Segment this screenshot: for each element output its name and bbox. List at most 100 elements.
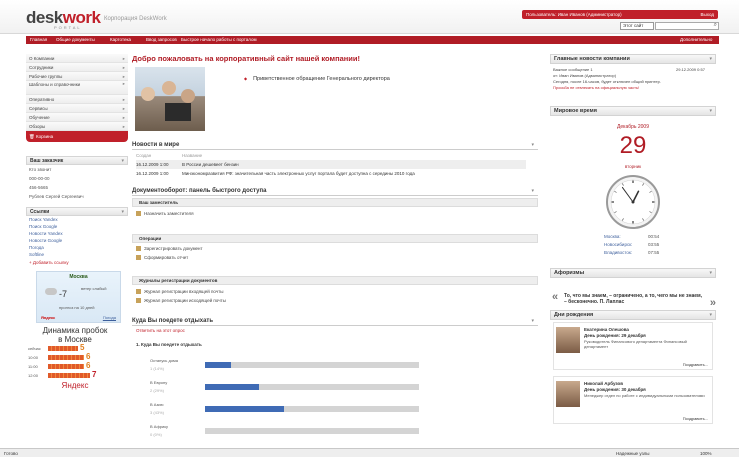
sidebar-item[interactable]: Рабочие группы ▸ xyxy=(26,72,128,81)
chevron-down-icon[interactable]: ▾ xyxy=(709,55,712,64)
search-input[interactable]: ⌕ xyxy=(655,22,719,30)
sidebar-item[interactable]: Оперативно ▸ xyxy=(26,95,128,104)
chevron-down-icon[interactable]: ▾ xyxy=(121,208,124,216)
chevron-down-icon[interactable]: ▾ xyxy=(709,107,712,116)
add-link-button[interactable]: + Добавить ссылку xyxy=(26,258,128,267)
chevron-down-icon[interactable]: ▾ xyxy=(531,140,534,150)
user-icon xyxy=(136,211,141,217)
director-greeting-link[interactable]: Приветственное обращение Генерального ди… xyxy=(244,76,390,82)
avatar[interactable] xyxy=(556,327,580,353)
traffic-widget[interactable]: Динамика пробок в Москве сейчас 5 10:00 6 11… xyxy=(28,326,122,398)
cloud-icon xyxy=(45,288,57,295)
traffic-time: сейчас xyxy=(28,346,41,351)
search-scope-select[interactable]: Этот сайт xyxy=(620,22,654,30)
sidebar-item[interactable]: Сервисы ▸ xyxy=(26,104,128,113)
traffic-row: 10:00 6 xyxy=(28,352,122,362)
news-title[interactable]: В России дешевеет бензин xyxy=(182,160,239,169)
sidebar-item[interactable]: Обучение ▸ xyxy=(26,113,128,122)
link-item[interactable]: Softline xyxy=(26,251,128,258)
company-news-title[interactable]: Важное сообщение 1 xyxy=(553,67,593,72)
logout-link[interactable]: Выход xyxy=(701,10,714,19)
sidebar-item-label: Обучение xyxy=(29,115,50,120)
company-news-date: 29.12.2009 0:57 xyxy=(676,67,705,72)
weather-wind: ветер слабый xyxy=(81,286,107,291)
traffic-row: 12:00 7 xyxy=(28,370,122,380)
weather-temp: -7 xyxy=(59,289,68,299)
weather-widget[interactable]: Москва -7 ветер слабый прогноз на 10 дне… xyxy=(36,271,121,323)
contacts-header[interactable]: Ваш заказчик ▾ xyxy=(26,156,128,165)
birthday-card: Екатерина Олешова День рождения: 29 дека… xyxy=(553,322,713,370)
aphorism-text: То, что мы знаем, – ограничено, а то, че… xyxy=(564,293,703,305)
links-header[interactable]: Ссылки ▾ xyxy=(26,207,128,216)
table-row[interactable]: 16.12.2009 1:00 В России дешевеет бензин xyxy=(136,160,526,169)
avatar[interactable] xyxy=(556,381,580,407)
company-name: Корпорация DeskWork xyxy=(104,16,167,22)
deskwork-logo[interactable]: deskwork PORTAL xyxy=(26,9,102,30)
link-item[interactable]: Поиск Google xyxy=(26,223,128,230)
calendar-day: 29 xyxy=(619,132,647,159)
link-item[interactable]: Новости Yandex xyxy=(26,230,128,237)
table-row[interactable]: 16.12.2009 1:00 Минэкономразвития РФ: зн… xyxy=(136,169,526,178)
logo-sub: PORTAL xyxy=(54,25,82,30)
chevron-down-icon[interactable]: ▾ xyxy=(531,186,534,196)
nav-item-catalog[interactable]: Картотека xyxy=(110,36,131,44)
birthday-name[interactable]: Екатерина Олешова xyxy=(584,327,629,332)
weather-more-link[interactable]: Погода xyxy=(103,315,116,320)
outgoing-journal-link[interactable]: Журнал регистрации исходящей почты xyxy=(136,298,226,304)
page-title: Добро пожаловать на корпоративный сайт н… xyxy=(132,54,361,63)
create-report-link[interactable]: Сформировать отчет xyxy=(136,255,188,261)
weather-forecast-link[interactable]: прогноз на 10 дней xyxy=(59,305,95,310)
user-name[interactable]: Пользователь: Иван Иванов (Администратор… xyxy=(526,12,622,17)
quote-close-icon[interactable]: » xyxy=(710,297,716,309)
birthday-name[interactable]: Николай Арбузов xyxy=(584,381,623,386)
col-date[interactable]: Создан xyxy=(136,151,151,160)
chevron-down-icon[interactable]: ▾ xyxy=(709,311,712,320)
news-header: Новости в мире ▾ xyxy=(132,140,538,150)
sidebar-item[interactable]: Сотрудники ▸ xyxy=(26,63,128,72)
link-item[interactable]: Поиск Yandex xyxy=(26,216,128,223)
nav-item-requests[interactable]: Ввод запросов xyxy=(146,36,177,44)
quote-open-icon[interactable]: « xyxy=(552,291,558,303)
traffic-title: Динамика пробок xyxy=(42,326,108,335)
sidebar-item[interactable]: Шаблоны и справочники ▸ xyxy=(26,81,128,95)
photo-person xyxy=(181,89,195,103)
poll-bar-track xyxy=(205,384,419,390)
poll-answer-link[interactable]: Ответить на этот опрос xyxy=(136,328,185,333)
nav-item-more[interactable]: Дополнительно xyxy=(680,36,712,44)
congratulate-link[interactable]: Поздравить... xyxy=(683,416,708,421)
nav-item-quickstart[interactable]: Быстрое начало работы с порталом xyxy=(181,36,257,44)
user-bar[interactable]: Пользователь: Иван Иванов (Администратор… xyxy=(522,10,718,19)
incoming-journal-link[interactable]: Журнал регистрации входящей почты xyxy=(136,289,223,295)
sidebar-item-trash[interactable]: 🗑 Корзина xyxy=(26,131,128,142)
nav-item-home[interactable]: Главная xyxy=(30,36,47,44)
chevron-down-icon[interactable]: ▾ xyxy=(531,316,534,326)
sidebar-item[interactable]: О Компании ▸ xyxy=(26,54,128,63)
poll-option-label: Останусь дома xyxy=(150,358,179,363)
sidebar-menu: О Компании ▸ Сотрудники ▸ Рабочие группы ▸ Шаб… xyxy=(26,54,128,131)
traffic-footer[interactable]: Яндекс xyxy=(28,381,122,390)
nav-item-documents[interactable]: Общие документы xyxy=(56,36,95,44)
company-news-body: Сегодня, после 16-часов, будет отключен … xyxy=(553,79,661,84)
register-document-link[interactable]: Зарегистрировать документ xyxy=(136,246,203,252)
news-table-header: Создан Название xyxy=(136,151,526,160)
birthday-position: Менеджер отдел по работе с индивидуальны… xyxy=(584,393,705,398)
assign-deputy-link[interactable]: Назначить заместителя xyxy=(136,211,194,217)
chevron-right-icon: ▸ xyxy=(122,124,125,129)
poll-option-count: 3 (43%) xyxy=(150,410,165,415)
poll-option-count: 2 (29%) xyxy=(150,388,165,393)
chevron-down-icon[interactable]: ▾ xyxy=(121,157,124,165)
link-item[interactable]: Погода xyxy=(26,244,128,251)
traffic-time: 11:00 xyxy=(28,364,38,369)
sidebar-item[interactable]: Обзоры ▸ xyxy=(26,122,128,131)
congratulate-link[interactable]: Поздравить... xyxy=(683,362,708,367)
news-title[interactable]: Минэкономразвития РФ: значительная часть… xyxy=(182,169,415,178)
chevron-down-icon[interactable]: ▾ xyxy=(709,269,712,278)
yandex-logo[interactable]: Яндекс xyxy=(41,315,55,320)
contact-row: Кто звонит xyxy=(29,167,52,172)
poll-bar-fill xyxy=(205,362,231,368)
zoom-level[interactable]: 100% xyxy=(700,449,712,457)
security-zone[interactable]: Надежные узлы xyxy=(616,449,649,457)
col-title[interactable]: Название xyxy=(182,151,202,160)
link-item[interactable]: Новости Google xyxy=(26,237,128,244)
search-icon[interactable]: ⌕ xyxy=(714,22,717,29)
